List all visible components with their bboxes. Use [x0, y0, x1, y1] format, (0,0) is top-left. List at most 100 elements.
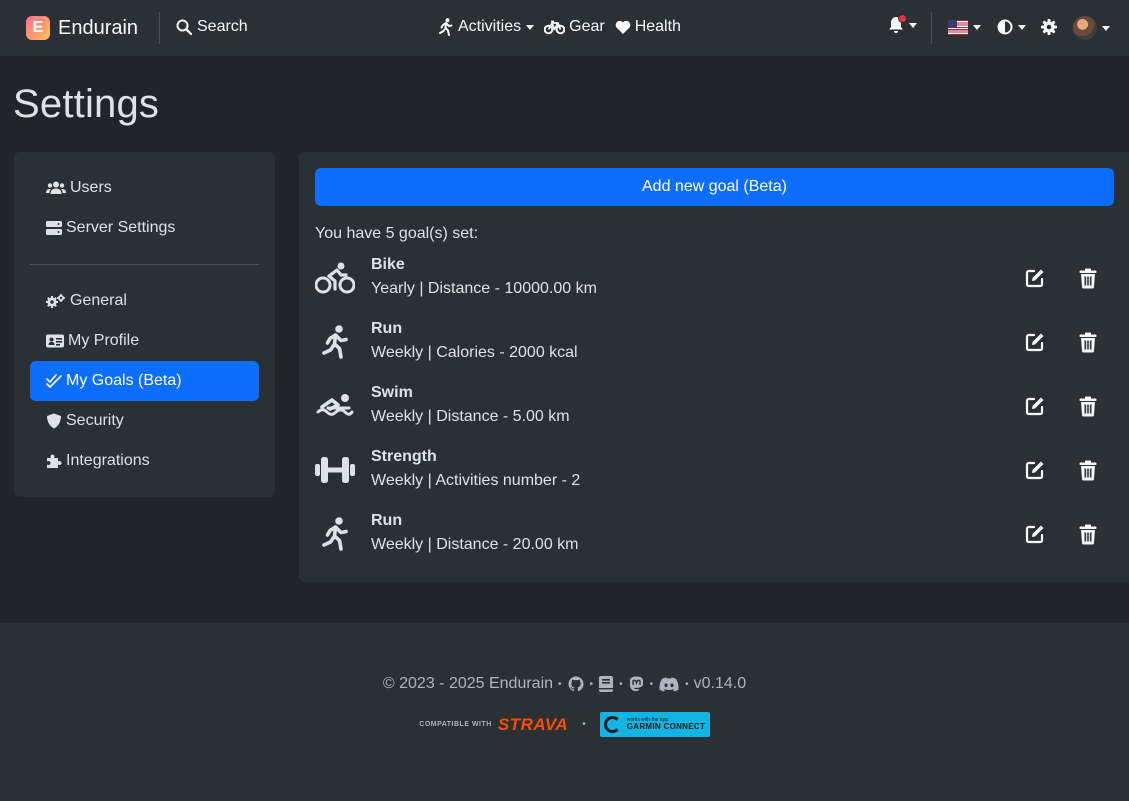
edit-icon: [1025, 461, 1044, 480]
top-navbar: E Endurain Search Activities Gear Health: [0, 0, 1129, 56]
trash-icon: [1079, 524, 1097, 545]
shield-icon: [47, 413, 61, 429]
delete-goal-button[interactable]: [1079, 332, 1097, 353]
sidebar-item-general[interactable]: General: [30, 281, 259, 321]
users-icon: [46, 181, 66, 194]
search-link[interactable]: Search: [176, 18, 248, 36]
bike-icon: [315, 260, 355, 296]
page-footer: © 2023 - 2025 Endurain • • • • • v0.14.0…: [0, 623, 1129, 801]
goals-panel: Add new goal (Beta) You have 5 goal(s) s…: [299, 152, 1129, 582]
edit-icon: [1025, 525, 1044, 544]
sidebar-item-label: My Profile: [68, 332, 140, 349]
chevron-down-icon: [909, 22, 917, 28]
bicycle-icon: [544, 20, 566, 35]
gear-link[interactable]: Gear: [544, 18, 605, 36]
goal-row: Run Weekly | Distance - 20.00 km: [315, 508, 1114, 564]
dumbbell-icon: [315, 452, 355, 488]
sidebar-item-my-profile[interactable]: My Profile: [30, 321, 259, 361]
chevron-down-icon: [1102, 25, 1110, 31]
garmin-connect-badge[interactable]: works with the app GARMIN CONNECT: [599, 712, 710, 737]
copyright-text: © 2023 - 2025 Endurain: [382, 675, 554, 692]
brand-name: Endurain: [58, 16, 139, 39]
separator-dot: •: [649, 678, 654, 690]
goal-description: Weekly | Distance - 5.00 km: [371, 408, 570, 425]
sidebar-item-users[interactable]: Users: [30, 168, 259, 208]
strava-small-text: COMPATIBLE WITH: [419, 721, 492, 728]
sidebar-item-my-goals[interactable]: My Goals (Beta): [30, 361, 259, 401]
trash-icon: [1079, 268, 1097, 289]
garmin-logo-icon: [603, 716, 621, 733]
notification-badge: [898, 14, 907, 23]
activities-dropdown[interactable]: Activities: [438, 18, 535, 36]
sidebar-item-integrations[interactable]: Integrations: [30, 441, 259, 481]
settings-link[interactable]: [1041, 19, 1057, 35]
garmin-big-text: GARMIN CONNECT: [626, 722, 706, 731]
goal-title: Run: [371, 320, 403, 337]
edit-icon: [1025, 269, 1044, 288]
delete-goal-button[interactable]: [1079, 460, 1097, 481]
goal-count-text: You have 5 goal(s) set:: [315, 225, 479, 242]
goal-row: Run Weekly | Calories - 2000 kcal: [315, 316, 1114, 372]
running-icon: [439, 18, 453, 36]
add-goal-button[interactable]: Add new goal (Beta): [315, 168, 1114, 206]
edit-icon: [1025, 333, 1044, 352]
trash-icon: [1079, 332, 1097, 353]
goal-title: Bike: [371, 256, 405, 273]
check-double-icon: [46, 374, 62, 388]
github-link[interactable]: [567, 676, 585, 692]
gears-icon: [46, 294, 65, 308]
edit-goal-button[interactable]: [1025, 268, 1045, 288]
sidebar-item-label: Integrations: [66, 452, 150, 469]
navbar-divider: [931, 12, 932, 44]
mastodon-icon: [629, 676, 643, 692]
puzzle-icon: [47, 454, 62, 468]
sidebar-item-label: My Goals (Beta): [66, 372, 182, 389]
delete-goal-button[interactable]: [1079, 268, 1097, 289]
edit-goal-button[interactable]: [1025, 524, 1045, 544]
health-link[interactable]: Health: [615, 18, 681, 36]
edit-goal-button[interactable]: [1025, 332, 1045, 352]
trash-icon: [1079, 460, 1097, 481]
strava-compatible-badge[interactable]: COMPATIBLE WITH STRAVA: [419, 715, 568, 735]
gear-label: Gear: [569, 18, 605, 35]
search-icon: [176, 19, 192, 35]
endurain-logo-icon: E: [26, 16, 50, 40]
edit-goal-button[interactable]: [1025, 396, 1045, 416]
edit-goal-button[interactable]: [1025, 460, 1045, 480]
user-menu-dropdown[interactable]: [1073, 16, 1110, 40]
theme-dropdown[interactable]: [997, 19, 1026, 35]
us-flag-icon: [948, 20, 968, 35]
book-icon: [599, 676, 614, 692]
contrast-icon: [997, 19, 1013, 35]
navbar-divider: [159, 12, 160, 44]
activities-label: Activities: [458, 18, 522, 35]
discord-link[interactable]: [658, 677, 680, 692]
sidebar-item-security[interactable]: Security: [30, 401, 259, 441]
goal-title: Swim: [371, 384, 413, 401]
run-icon: [315, 516, 355, 552]
docs-link[interactable]: [598, 676, 614, 692]
run-icon: [315, 324, 355, 360]
chevron-down-icon: [526, 24, 535, 30]
goal-title: Strength: [371, 448, 437, 465]
version-text: v0.14.0: [693, 675, 747, 692]
id-card-icon: [46, 334, 64, 348]
goal-row: Swim Weekly | Distance - 5.00 km: [315, 380, 1114, 436]
language-dropdown[interactable]: [948, 20, 981, 35]
server-icon: [46, 221, 62, 235]
goal-description: Yearly | Distance - 10000.00 km: [371, 280, 597, 297]
sidebar-item-server-settings[interactable]: Server Settings: [30, 208, 259, 248]
goal-description: Weekly | Distance - 20.00 km: [371, 536, 579, 553]
page-title: Settings: [13, 82, 160, 126]
separator-dot: •: [589, 678, 594, 690]
notifications-dropdown[interactable]: [888, 14, 917, 34]
goal-row: Strength Weekly | Activities number - 2: [315, 444, 1114, 500]
sidebar-divider: [30, 264, 259, 265]
delete-goal-button[interactable]: [1079, 524, 1097, 545]
goal-title: Run: [371, 512, 403, 529]
brand-link[interactable]: E Endurain: [26, 16, 138, 40]
delete-goal-button[interactable]: [1079, 396, 1097, 417]
mastodon-link[interactable]: [628, 676, 645, 692]
chevron-down-icon: [1018, 24, 1026, 30]
goal-row: Bike Yearly | Distance - 10000.00 km: [315, 252, 1114, 308]
